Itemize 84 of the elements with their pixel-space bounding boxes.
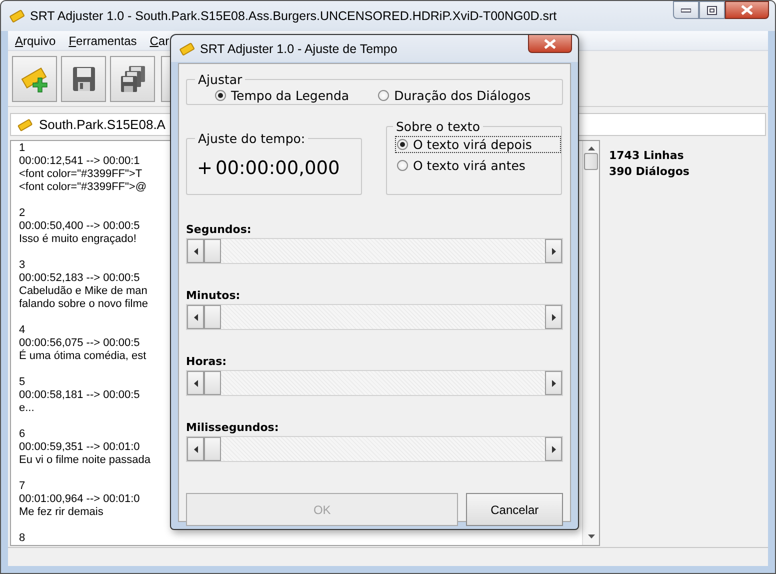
subtitle-number: 8 (19, 532, 26, 546)
stats-text: 390 Diálogos (609, 164, 690, 180)
subtitle-line: 00:00:50,400 --> 00:00:5 (19, 220, 140, 234)
scroll-right-button[interactable] (545, 437, 562, 461)
radio-button[interactable]: O texto virá antes (395, 157, 561, 174)
radio-indicator[interactable] (397, 160, 408, 171)
minimize-button[interactable] (673, 1, 699, 19)
subtitle-line: <font color="#3399FF">@ (19, 181, 147, 194)
scroll-left-button[interactable] (187, 239, 204, 263)
radio-button[interactable]: Tempo da Legenda (213, 87, 352, 104)
subtitle-line: 00:00:52,183 --> 00:00:5 (19, 272, 140, 286)
menu-item[interactable]: Ferramentas (62, 34, 143, 48)
radio-indicator[interactable] (215, 90, 226, 101)
subtitle-number: 3 (19, 259, 26, 272)
subtitle-number: 7 (19, 480, 26, 494)
right-arrow-icon (552, 380, 556, 386)
subtitle-line: Eu vi o filme noite passada (19, 454, 150, 468)
subtitle-line: 00:00:12,541 --> 00:00:1 (19, 155, 140, 168)
window-title: SRT Adjuster 1.0 - South.Park.S15E08.Ass.Burgers.UNCENSORED.HDRiP.XviD-T00NG0D.srt (30, 9, 558, 23)
slider-label: Minutos: (186, 289, 242, 301)
maximize-button[interactable] (699, 1, 725, 19)
radio-button[interactable]: O texto virá depois (395, 136, 561, 153)
scroll-left-button[interactable] (187, 371, 204, 395)
subtitle-line: e... (19, 402, 34, 416)
subtitle-line: Me fez rir demais (19, 506, 104, 520)
slider-thumb[interactable] (204, 305, 221, 329)
slider-label: Segundos: (186, 223, 252, 235)
group-title: Ajuste do tempo: (197, 131, 306, 146)
subtitle-number: 2 (19, 207, 26, 220)
time-sign: + (197, 158, 213, 178)
right-arrow-icon (552, 314, 556, 320)
time-offset-value: 00:00:00,000 (216, 158, 340, 178)
left-arrow-icon (194, 380, 198, 386)
radio-button[interactable]: Duração dos Diálogos (376, 87, 533, 104)
subtitle-number: 4 (19, 324, 26, 338)
slider-label: Horas: (186, 355, 228, 367)
slider-thumb[interactable] (204, 371, 221, 395)
subtitle-line: falando sobre o novo filme (19, 298, 148, 312)
file-name: South.Park.S15E08.A (39, 117, 166, 132)
close-button[interactable] (528, 35, 572, 53)
subtitle-line: É uma ótima comédia, est (19, 350, 146, 364)
scroll-left-button[interactable] (187, 305, 204, 329)
minimize-icon (681, 7, 691, 13)
left-arrow-icon (194, 446, 198, 452)
close-icon (544, 38, 556, 48)
vertical-scrollbar[interactable] (582, 141, 599, 546)
toolbar-button[interactable] (110, 56, 155, 102)
scrollbar-thumb[interactable] (584, 153, 598, 170)
toolbar-button[interactable] (61, 56, 106, 102)
radio-indicator[interactable] (397, 139, 408, 150)
slider-thumb[interactable] (204, 239, 221, 263)
radio-indicator[interactable] (378, 90, 390, 101)
left-arrow-icon (194, 314, 198, 320)
close-icon (741, 5, 753, 15)
subtitle-line: 00:00:58,181 --> 00:00:5 (19, 389, 140, 402)
dialog-title: SRT Adjuster 1.0 - Ajuste de Tempo (200, 42, 398, 56)
scroll-left-button[interactable] (187, 437, 204, 461)
subtitle-number: 1 (19, 142, 26, 156)
close-button[interactable] (725, 1, 769, 19)
stats-text: 1743 Linhas (609, 148, 685, 164)
slider-thumb[interactable] (204, 437, 221, 461)
subtitle-line: <font color="#3399FF">T (19, 168, 142, 182)
scroll-down-icon (588, 534, 594, 540)
right-arrow-icon (552, 248, 556, 254)
subtitle-number: 5 (19, 376, 26, 390)
ticket-icon (17, 118, 33, 132)
maximize-icon (707, 6, 717, 14)
toolbar-button[interactable] (12, 56, 57, 102)
subtitle-line: 00:00:59,351 --> 00:01:0 (19, 441, 140, 454)
subtitle-line: 00:00:56,075 --> 00:00:5 (19, 337, 140, 350)
scroll-right-button[interactable] (545, 239, 562, 263)
subtitle-number: 6 (19, 428, 26, 442)
subtitle-line: Isso é muito engraçado! (19, 233, 136, 246)
left-arrow-icon (194, 248, 198, 254)
menu-item[interactable]: Arquivo (8, 34, 62, 48)
cancel-button[interactable]: Cancelar (466, 493, 563, 526)
slider-label: Milissegundos: (186, 421, 280, 433)
scroll-right-button[interactable] (545, 371, 562, 395)
right-arrow-icon (552, 446, 556, 452)
subtitle-line: Cabeludão e Mike de man (19, 285, 148, 298)
scroll-right-button[interactable] (545, 305, 562, 329)
group-title: Sobre o texto (395, 119, 481, 134)
group-title: Ajustar (197, 72, 244, 87)
subtitle-line: 00:01:00,964 --> 00:01:0 (19, 493, 140, 506)
